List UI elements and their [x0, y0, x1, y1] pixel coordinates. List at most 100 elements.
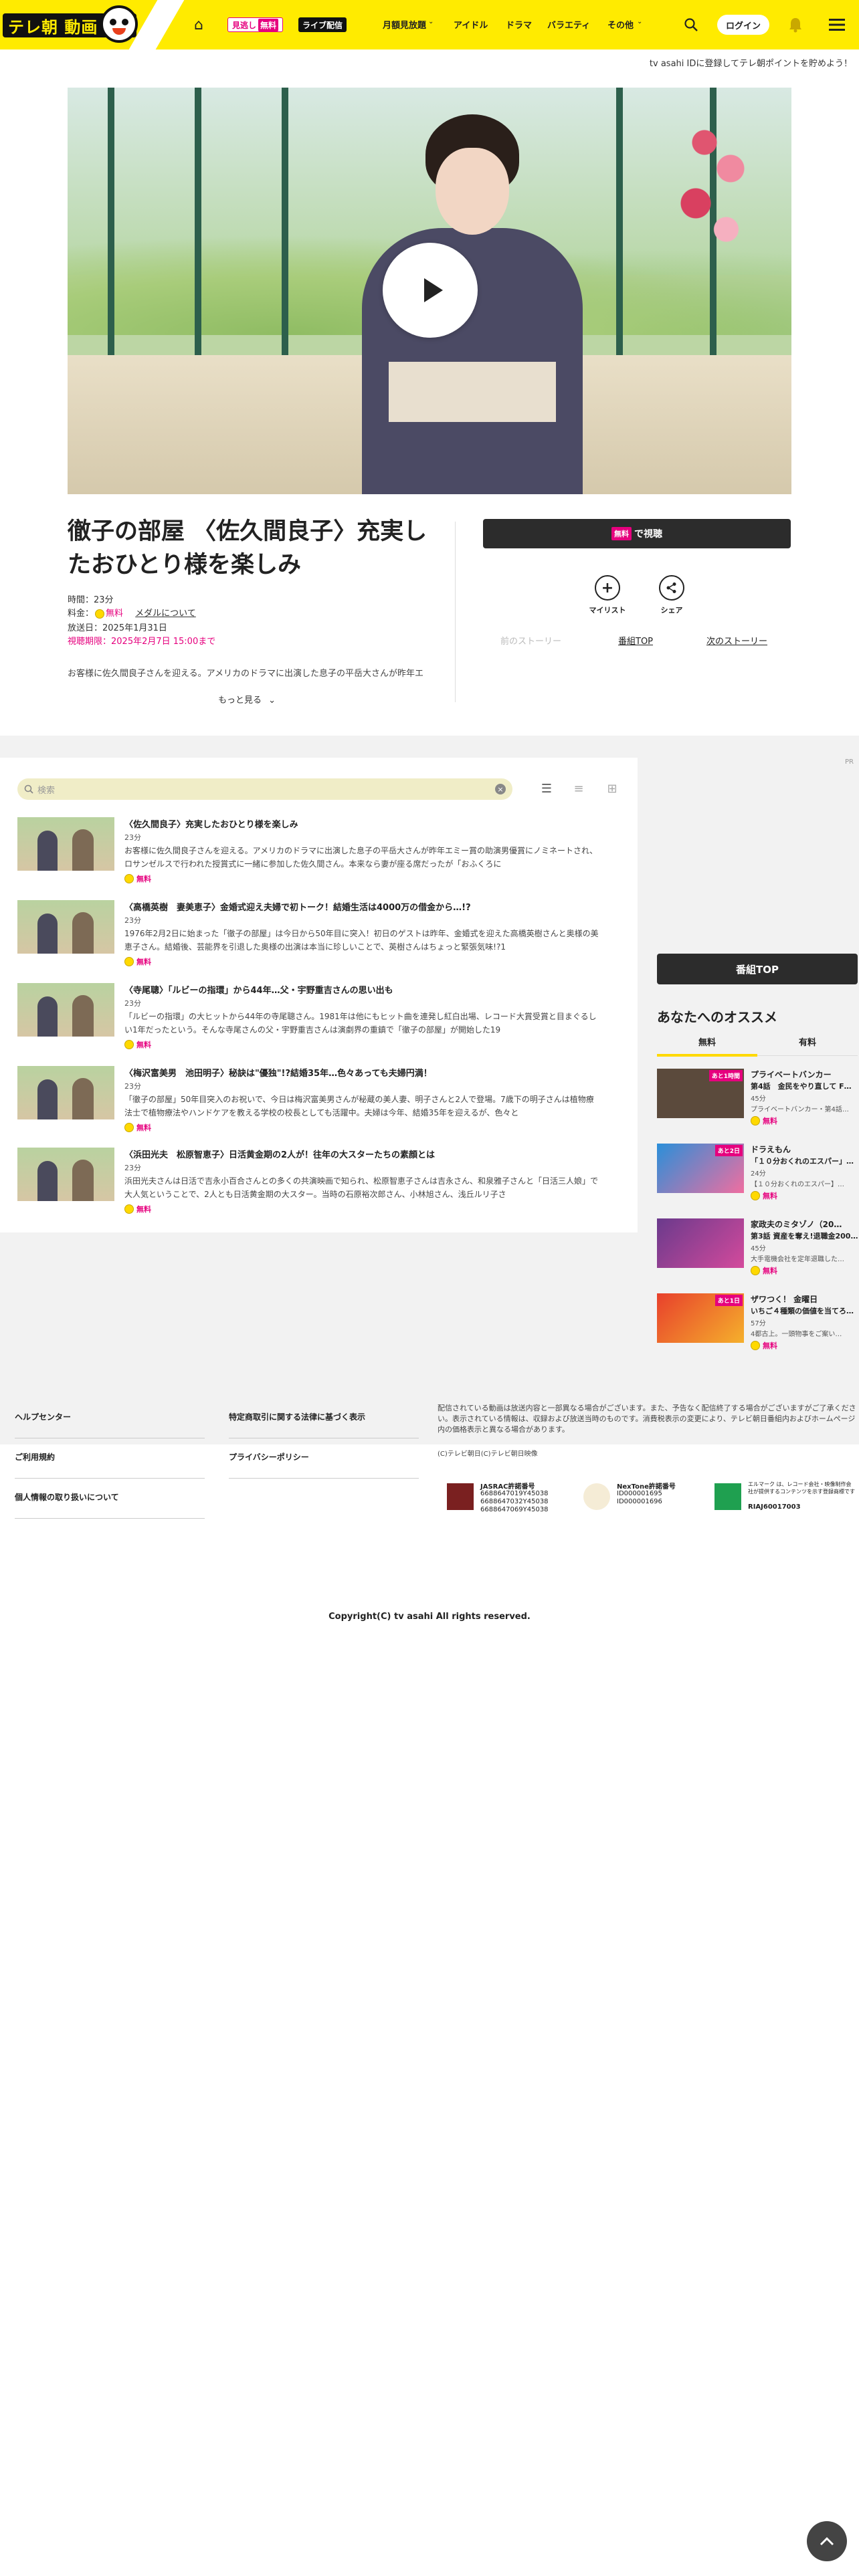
footer-link-help[interactable]: ヘルプセンター — [15, 1411, 71, 1422]
recommend-thumbnail — [657, 1218, 744, 1268]
footer-link-privacy-policy[interactable]: プライバシーポリシー — [229, 1451, 309, 1463]
episode-list-item[interactable]: 〈佐久間良子〉充実したおひとり様を楽しみ 23分 お客様に佐久間良子さんを迎える… — [17, 817, 619, 891]
free-label: 無料 — [763, 1341, 777, 1350]
recommend-subtitle: いちご４種類の価値を当てろ… — [751, 1307, 854, 1315]
free-label: 無料 — [258, 18, 279, 31]
grid-view-icon[interactable]: ⊞ — [605, 781, 619, 796]
episode-item-duration: 23分 — [124, 1082, 141, 1091]
share-icon — [659, 575, 684, 601]
nav-item-idol[interactable]: アイドル — [454, 18, 488, 31]
recommend-title-text: プライベートバンカー — [751, 1070, 832, 1079]
recommend-duration: 24分 — [751, 1170, 766, 1178]
medal-link[interactable]: メダルについて — [135, 609, 196, 619]
scroll-top-button[interactable] — [807, 2521, 847, 2561]
episode-list-item[interactable]: 〈浜田光夫 松原智恵子〉日活黄金期の2人が！往年の大スターたちの素顔とは 23分… — [17, 1148, 619, 1221]
compact-view-icon[interactable]: ≡ — [571, 781, 586, 796]
free-badge: 無料 — [751, 1340, 777, 1351]
coin-icon — [751, 1191, 760, 1200]
nav-item-variety[interactable]: バラエティ — [547, 18, 590, 31]
episode-price: 料金： 無料 メダルについて — [68, 606, 196, 619]
recommend-description: 【１０分おくれのエスパー】… — [751, 1181, 844, 1188]
nextone-number: ID000001695 — [617, 1490, 662, 1497]
search-input[interactable]: 検索 × — [17, 778, 512, 800]
free-label: 無料 — [136, 1205, 151, 1214]
episode-list-item[interactable]: 〈梅沢富美男 池田明子〉秘訣は"優独"!?結婚35年…色々あっても夫婦円満！ 2… — [17, 1066, 619, 1140]
menu-icon[interactable] — [828, 16, 846, 33]
nav-item-drama[interactable]: ドラマ — [506, 18, 532, 31]
recommend-title: あなたへのオススメ — [657, 1009, 777, 1025]
list-view-icon[interactable]: ☰ — [539, 781, 554, 796]
clear-icon[interactable]: × — [495, 784, 506, 794]
free-label: 無料 — [136, 875, 151, 883]
bell-icon[interactable] — [787, 16, 804, 33]
episode-thumbnail — [17, 983, 114, 1037]
episode-item-description: お客様に佐久間良子さんを迎える。アメリカのドラマに出演した息子の平岳大さんが昨年… — [124, 846, 598, 869]
free-badge: 無料 — [751, 1190, 777, 1201]
obi — [389, 362, 556, 422]
tab-paid[interactable]: 有料 — [757, 1035, 858, 1048]
footer-link-terms[interactable]: ご利用規約 — [15, 1451, 55, 1463]
nav-item-monthly[interactable]: 月額見放題 — [383, 18, 426, 31]
episode-item-duration: 23分 — [124, 1164, 141, 1172]
recommend-item[interactable]: あと2日 ドラえもん 「１０分おくれのエスパー」… 24分 【１０分おくれのエス… — [657, 1144, 858, 1210]
coin-icon — [124, 957, 134, 966]
program-top-link[interactable]: 番組TOP — [618, 634, 653, 647]
search-icon[interactable] — [682, 16, 700, 33]
nav-bar: ⌂ 見逃し 無料 ライブ配信 月額見放題 ⌄ アイドル ドラマ バラエティ その… — [151, 0, 859, 49]
recommend-item[interactable]: あと1日 ザワつく！ 金曜日 いちご４種類の価値を当てろ… 57分 4都古上。一… — [657, 1293, 858, 1360]
home-icon[interactable]: ⌂ — [190, 16, 207, 33]
footer-link-privacy-handling[interactable]: 個人情報の取り扱いについて — [15, 1491, 119, 1503]
login-button[interactable]: ログイン — [717, 15, 769, 35]
coin-icon — [95, 609, 105, 619]
price-label: 料金： — [68, 609, 94, 619]
nextone-number: ID000001696 — [617, 1498, 662, 1505]
recommend-thumbnail: あと1日 — [657, 1293, 744, 1343]
next-story-link[interactable]: 次のストーリー — [706, 634, 767, 647]
mitai-free-button[interactable]: 見逃し 無料 — [227, 17, 284, 32]
coin-icon — [751, 1266, 760, 1275]
program-top-button[interactable]: 番組TOP — [657, 954, 858, 984]
footer-divider — [15, 1478, 205, 1479]
l-mark-icon — [714, 1483, 741, 1510]
more-button[interactable]: もっと見る ⌄ — [218, 693, 276, 706]
mylist-button[interactable]: + マイリスト — [581, 575, 634, 615]
recommend-duration: 57分 — [751, 1320, 766, 1327]
recommend-duration: 45分 — [751, 1095, 766, 1103]
bell-icon-svg — [789, 18, 801, 33]
episode-list-item[interactable]: 〈高橋英樹 妻美恵子〉金婚式迎え夫婦で初トーク！結婚生活は4000万の借金から…… — [17, 900, 619, 974]
footer-divider — [15, 1518, 205, 1519]
episode-thumbnail — [17, 817, 114, 871]
episode-list-item[interactable]: 〈寺尾聰〉「ルビーの指環」から44年…父・宇野重吉さんの思い出も 23分 「ルビ… — [17, 983, 619, 1057]
copyright: Copyright(C) tv asahi All rights reserve… — [328, 1612, 531, 1622]
free-label: 無料 — [763, 1267, 777, 1275]
episode-item-description: 1976年2月2日に始まった「徹子の部屋」は今日から50年目に突入！初日のゲスト… — [124, 929, 599, 952]
footer-link-tokushoho[interactable]: 特定商取引に関する法律に基づく表示 — [229, 1411, 365, 1422]
live-button[interactable]: ライブ配信 — [298, 17, 347, 32]
recommend-item[interactable]: あと1時間 プライベートバンカー 第4話 金民をやり直して F… 45分 プライ… — [657, 1069, 858, 1136]
share-button[interactable]: シェア — [645, 575, 698, 615]
free-badge: 無料 — [124, 873, 151, 884]
watch-button[interactable]: 無料 で視聴 — [483, 519, 791, 548]
time-left-badge: あと2日 — [714, 1145, 743, 1156]
free-badge: 無料 — [751, 1115, 777, 1126]
jasrac-number: 6688647019Y45038 — [480, 1490, 549, 1497]
recommend-duration: 45分 — [751, 1245, 766, 1253]
recommend-item[interactable]: 家政夫のミタゾノ（20… 第3話 資産を奪え!退職金200… 45分 大手電機会… — [657, 1218, 858, 1285]
share-label: シェア — [660, 606, 683, 615]
tab-free[interactable]: 無料 — [657, 1035, 757, 1048]
play-button[interactable] — [383, 243, 478, 338]
video-player[interactable] — [68, 88, 791, 494]
footer-divider — [229, 1478, 419, 1479]
id-promo-banner[interactable]: tv asahi IDに登録してテレ朝ポイントを貯めよう！ — [650, 56, 852, 69]
chevron-up-icon — [820, 2537, 834, 2546]
flower-decoration — [670, 108, 757, 282]
nav-item-other[interactable]: その他 — [607, 18, 634, 31]
coin-icon — [751, 1116, 760, 1125]
recommend-subtitle: 第4話 金民をやり直して F… — [751, 1082, 852, 1091]
coin-icon — [124, 1123, 134, 1132]
free-badge: 無料 — [124, 1204, 151, 1214]
recommend-thumbnail: あと1時間 — [657, 1069, 744, 1118]
episode-item-duration: 23分 — [124, 999, 141, 1008]
episode-item-description: 浜田光夫さんは日活で吉永小百合さんとの多くの共演映画で知られ、松原智恵子さんは吉… — [124, 1176, 599, 1199]
recommend-title-text: ザワつく！ 金曜日 — [751, 1295, 818, 1304]
